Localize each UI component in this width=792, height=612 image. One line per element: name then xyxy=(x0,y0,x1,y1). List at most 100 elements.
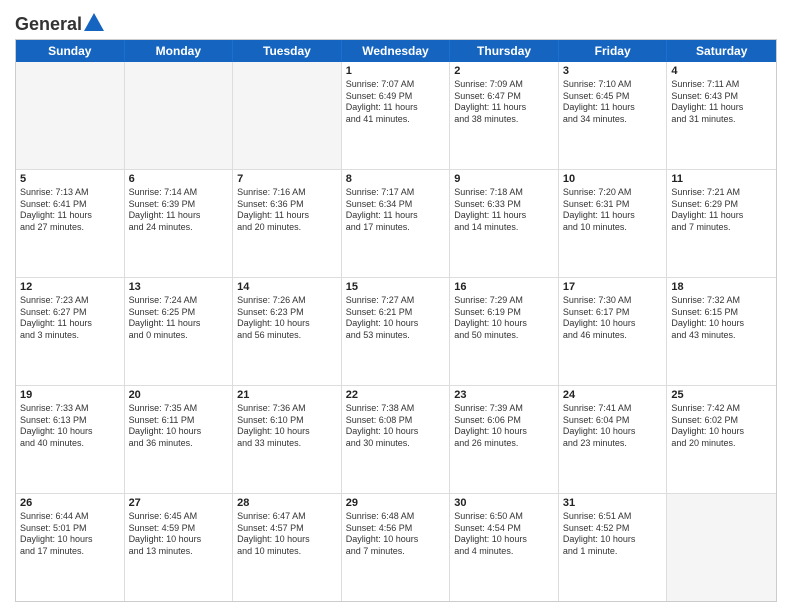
cell-line: and 17 minutes. xyxy=(346,222,446,234)
day-number: 11 xyxy=(671,173,772,185)
cell-line: Sunset: 6:23 PM xyxy=(237,307,337,319)
day-cell-5: 5Sunrise: 7:13 AMSunset: 6:41 PMDaylight… xyxy=(16,170,125,277)
cell-line: Sunrise: 6:44 AM xyxy=(20,511,120,523)
header-day-sunday: Sunday xyxy=(16,40,125,62)
day-cell-3: 3Sunrise: 7:10 AMSunset: 6:45 PMDaylight… xyxy=(559,62,668,169)
cell-line: and 23 minutes. xyxy=(563,438,663,450)
cell-line: Sunrise: 7:33 AM xyxy=(20,403,120,415)
cell-line: Sunrise: 7:07 AM xyxy=(346,79,446,91)
cell-line: Daylight: 10 hours xyxy=(454,534,554,546)
cell-line: Sunrise: 7:17 AM xyxy=(346,187,446,199)
calendar-week-2: 5Sunrise: 7:13 AMSunset: 6:41 PMDaylight… xyxy=(16,170,776,278)
cell-line: and 20 minutes. xyxy=(671,438,772,450)
day-number: 21 xyxy=(237,389,337,401)
cell-line: Sunset: 6:47 PM xyxy=(454,91,554,103)
logo: General xyxy=(15,14,104,33)
cell-line: and 14 minutes. xyxy=(454,222,554,234)
cell-line: Sunset: 6:11 PM xyxy=(129,415,229,427)
day-number: 4 xyxy=(671,65,772,77)
header-day-friday: Friday xyxy=(559,40,668,62)
cell-line: Sunset: 6:25 PM xyxy=(129,307,229,319)
cell-line: Daylight: 11 hours xyxy=(454,102,554,114)
cell-line: and 17 minutes. xyxy=(20,546,120,558)
calendar-week-1: 1Sunrise: 7:07 AMSunset: 6:49 PMDaylight… xyxy=(16,62,776,170)
day-cell-16: 16Sunrise: 7:29 AMSunset: 6:19 PMDayligh… xyxy=(450,278,559,385)
cell-line: Sunset: 4:54 PM xyxy=(454,523,554,535)
cell-line: Daylight: 10 hours xyxy=(20,426,120,438)
cell-line: Sunrise: 6:47 AM xyxy=(237,511,337,523)
day-number: 16 xyxy=(454,281,554,293)
day-number: 19 xyxy=(20,389,120,401)
day-cell-22: 22Sunrise: 7:38 AMSunset: 6:08 PMDayligh… xyxy=(342,386,451,493)
cell-line: and 13 minutes. xyxy=(129,546,229,558)
day-number: 29 xyxy=(346,497,446,509)
cell-line: Daylight: 10 hours xyxy=(346,318,446,330)
day-number: 8 xyxy=(346,173,446,185)
cell-line: Sunset: 6:04 PM xyxy=(563,415,663,427)
day-number: 20 xyxy=(129,389,229,401)
day-number: 24 xyxy=(563,389,663,401)
empty-cell-w0c0 xyxy=(16,62,125,169)
day-cell-24: 24Sunrise: 7:41 AMSunset: 6:04 PMDayligh… xyxy=(559,386,668,493)
day-number: 2 xyxy=(454,65,554,77)
cell-line: Sunrise: 6:50 AM xyxy=(454,511,554,523)
day-cell-12: 12Sunrise: 7:23 AMSunset: 6:27 PMDayligh… xyxy=(16,278,125,385)
day-cell-21: 21Sunrise: 7:36 AMSunset: 6:10 PMDayligh… xyxy=(233,386,342,493)
logo-triangle-icon xyxy=(84,13,104,31)
cell-line: Daylight: 10 hours xyxy=(454,426,554,438)
header-day-tuesday: Tuesday xyxy=(233,40,342,62)
cell-line: Daylight: 10 hours xyxy=(454,318,554,330)
cell-line: Sunset: 4:59 PM xyxy=(129,523,229,535)
day-number: 15 xyxy=(346,281,446,293)
cell-line: and 27 minutes. xyxy=(20,222,120,234)
cell-line: Daylight: 10 hours xyxy=(671,318,772,330)
calendar-week-3: 12Sunrise: 7:23 AMSunset: 6:27 PMDayligh… xyxy=(16,278,776,386)
cell-line: Sunrise: 7:24 AM xyxy=(129,295,229,307)
cell-line: and 53 minutes. xyxy=(346,330,446,342)
cell-line: and 20 minutes. xyxy=(237,222,337,234)
cell-line: and 30 minutes. xyxy=(346,438,446,450)
cell-line: Sunset: 6:13 PM xyxy=(20,415,120,427)
cell-line: and 34 minutes. xyxy=(563,114,663,126)
cell-line: Sunrise: 7:30 AM xyxy=(563,295,663,307)
cell-line: Sunrise: 6:45 AM xyxy=(129,511,229,523)
header: General xyxy=(15,10,777,33)
day-cell-26: 26Sunrise: 6:44 AMSunset: 5:01 PMDayligh… xyxy=(16,494,125,601)
cell-line: Sunrise: 7:18 AM xyxy=(454,187,554,199)
day-number: 10 xyxy=(563,173,663,185)
cell-line: Sunrise: 7:26 AM xyxy=(237,295,337,307)
day-number: 14 xyxy=(237,281,337,293)
day-cell-27: 27Sunrise: 6:45 AMSunset: 4:59 PMDayligh… xyxy=(125,494,234,601)
day-number: 22 xyxy=(346,389,446,401)
cell-line: Sunrise: 7:42 AM xyxy=(671,403,772,415)
cell-line: Daylight: 10 hours xyxy=(346,426,446,438)
day-cell-6: 6Sunrise: 7:14 AMSunset: 6:39 PMDaylight… xyxy=(125,170,234,277)
cell-line: and 33 minutes. xyxy=(237,438,337,450)
day-number: 25 xyxy=(671,389,772,401)
cell-line: Sunset: 4:57 PM xyxy=(237,523,337,535)
day-number: 17 xyxy=(563,281,663,293)
logo-general-text: General xyxy=(15,14,82,35)
cell-line: Sunset: 4:52 PM xyxy=(563,523,663,535)
cell-line: Daylight: 10 hours xyxy=(237,318,337,330)
cell-line: Daylight: 10 hours xyxy=(671,426,772,438)
cell-line: Daylight: 11 hours xyxy=(20,210,120,222)
cell-line: Sunrise: 7:35 AM xyxy=(129,403,229,415)
cell-line: and 26 minutes. xyxy=(454,438,554,450)
header-day-saturday: Saturday xyxy=(667,40,776,62)
cell-line: Sunset: 6:31 PM xyxy=(563,199,663,211)
cell-line: Sunrise: 7:38 AM xyxy=(346,403,446,415)
cell-line: Sunset: 6:36 PM xyxy=(237,199,337,211)
day-number: 23 xyxy=(454,389,554,401)
cell-line: Sunrise: 7:29 AM xyxy=(454,295,554,307)
cell-line: Sunset: 6:49 PM xyxy=(346,91,446,103)
day-cell-15: 15Sunrise: 7:27 AMSunset: 6:21 PMDayligh… xyxy=(342,278,451,385)
cell-line: Sunset: 6:33 PM xyxy=(454,199,554,211)
cell-line: and 31 minutes. xyxy=(671,114,772,126)
cell-line: Daylight: 10 hours xyxy=(346,534,446,546)
cell-line: Sunset: 6:29 PM xyxy=(671,199,772,211)
cell-line: Daylight: 11 hours xyxy=(563,102,663,114)
day-cell-10: 10Sunrise: 7:20 AMSunset: 6:31 PMDayligh… xyxy=(559,170,668,277)
day-cell-11: 11Sunrise: 7:21 AMSunset: 6:29 PMDayligh… xyxy=(667,170,776,277)
cell-line: Sunrise: 7:09 AM xyxy=(454,79,554,91)
